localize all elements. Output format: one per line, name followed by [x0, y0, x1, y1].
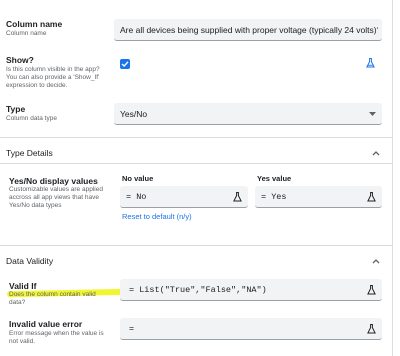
dropdown-arrow-icon	[369, 112, 376, 116]
column-editor-panel: Column name Column name Are all devices …	[0, 0, 393, 356]
type-sublabel: Column data type	[6, 115, 57, 122]
yes-value-flask-icon[interactable]	[367, 192, 376, 202]
invalid-error-input[interactable]: =	[120, 318, 382, 340]
yes-value-label: Yes value	[257, 174, 292, 183]
no-value-label: No value	[122, 174, 154, 183]
show-checkbox[interactable]	[120, 59, 130, 69]
no-value-input[interactable]: = No	[120, 186, 248, 208]
invalid-error-label: Invalid value error	[9, 319, 83, 329]
valid-if-flask-icon[interactable]	[367, 285, 376, 295]
column-name-value: Are all devices being supplied with prop…	[120, 25, 378, 35]
type-details-collapse-icon[interactable]	[372, 150, 380, 156]
type-label: Type	[6, 104, 26, 114]
no-value-expression: = No	[126, 192, 147, 202]
invalid-error-sublabel: Error message when the value is not vali…	[9, 330, 104, 345]
type-details-title: Type Details	[6, 148, 53, 158]
invalid-error-expression: =	[129, 324, 135, 334]
yes-value-input[interactable]: = Yes	[255, 186, 382, 208]
show-sublabel: Is this column visible in the app? You c…	[6, 66, 100, 89]
yes-value-expression: = Yes	[261, 192, 287, 202]
divider-type-details	[0, 163, 393, 164]
column-name-input[interactable]: Are all devices being supplied with prop…	[114, 19, 382, 41]
type-select[interactable]: Yes/No	[114, 103, 382, 125]
column-name-sublabel: Column name	[6, 30, 47, 37]
invalid-error-flask-icon[interactable]	[367, 324, 376, 334]
no-value-flask-icon[interactable]	[233, 192, 242, 202]
display-values-label: Yes/No display values	[9, 176, 98, 186]
reset-default-link[interactable]: Reset to default (n/y)	[122, 212, 192, 221]
data-validity-title: Data Validity	[6, 256, 54, 266]
valid-if-sublabel: Does the column contain valid data?	[9, 291, 96, 306]
type-value: Yes/No	[120, 109, 148, 119]
display-values-sublabel: Customizable values are applied accross …	[9, 186, 103, 209]
column-name-label: Column name	[6, 19, 63, 29]
valid-if-label: Valid If	[9, 281, 37, 291]
divider-top	[0, 137, 393, 138]
data-validity-collapse-icon[interactable]	[372, 258, 380, 264]
valid-if-input[interactable]: = List("True","False","NA")	[120, 279, 382, 301]
show-label: Show?	[6, 55, 34, 65]
valid-if-expression: = List("True","False","NA")	[129, 285, 267, 295]
show-flask-icon[interactable]	[366, 58, 375, 68]
divider-data-validity	[0, 245, 393, 246]
